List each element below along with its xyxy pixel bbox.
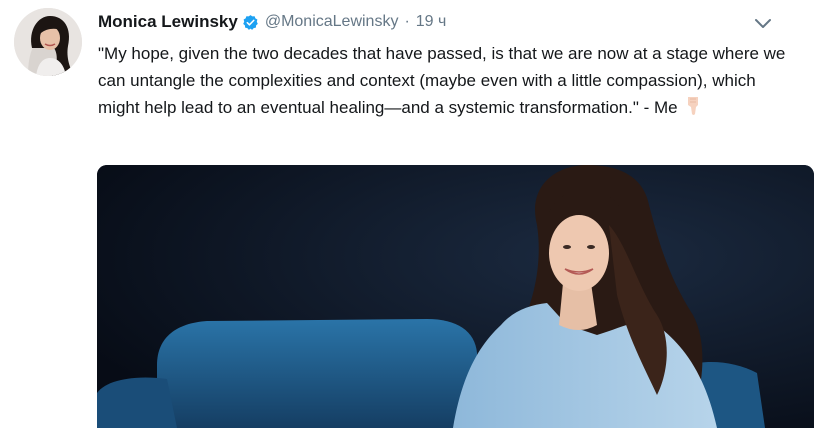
separator-dot: · [404,13,410,30]
avatar-photo [14,8,82,76]
verified-badge-icon [243,14,258,30]
chevron-down-icon[interactable] [752,12,774,34]
tweet-header: Monica Lewinsky @MonicaLewinsky · 19 ч [98,10,774,34]
author-handle[interactable]: @MonicaLewinsky [265,13,399,31]
pointing-down-hand-emoji [687,97,698,115]
tweet-text: "My hope, given the two decades that hav… [98,40,798,121]
timestamp[interactable]: 19 ч [416,13,447,31]
avatar[interactable] [14,8,82,76]
author-name[interactable]: Monica Lewinsky [98,12,238,32]
tweet-media-photo[interactable] [97,165,814,428]
photo-image [97,165,814,428]
tweet: Monica Lewinsky @MonicaLewinsky · 19 ч "… [0,0,814,428]
